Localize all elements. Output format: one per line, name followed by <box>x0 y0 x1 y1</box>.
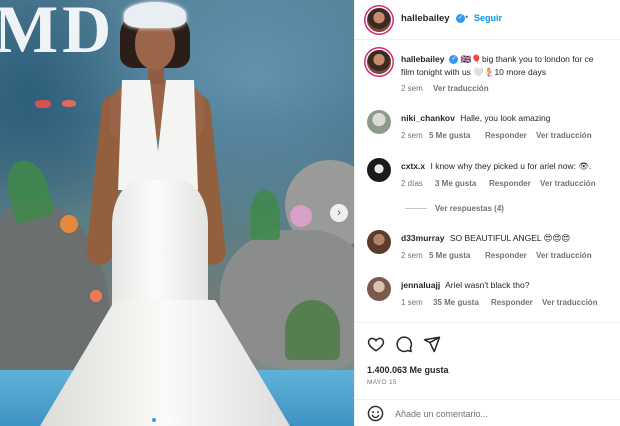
likes-count[interactable]: 1.400.063 Me gusta <box>367 365 449 375</box>
reply-button[interactable]: Responder <box>489 179 531 188</box>
caption-text: 🇬🇧🎈big thank you to london for ce <box>460 54 594 64</box>
comment: niki_chankov Halle, you look amazing <box>401 113 550 123</box>
comment-username[interactable]: cxtx.x <box>401 161 425 171</box>
comment-likes[interactable]: 5 Me gusta <box>429 131 470 140</box>
separator-dot: • <box>465 12 469 22</box>
reply-button[interactable]: Responder <box>491 298 533 307</box>
caption-time[interactable]: 2 sem <box>401 84 423 93</box>
comment: d33murray SO BEAUTIFUL ANGEL 😍😍😍 <box>401 233 570 244</box>
avatar[interactable] <box>367 8 391 32</box>
carousel-dots <box>152 418 180 422</box>
reply-button[interactable]: Responder <box>485 131 527 140</box>
post-actions: 1.400.063 Me gusta MAYO 15 Añade un come… <box>355 322 620 426</box>
chevron-right-icon[interactable]: › <box>330 204 348 222</box>
view-replies-button[interactable]: Ver respuestas (4) <box>435 204 504 213</box>
follow-button[interactable]: Seguir <box>474 13 502 23</box>
comment-icon[interactable] <box>395 335 413 353</box>
comment-username[interactable]: niki_chankov <box>401 113 455 123</box>
avatar[interactable] <box>367 158 391 182</box>
comment: jennaluajj Ariel wasn't black tho? <box>401 280 529 290</box>
translate-link[interactable]: Ver traducción <box>540 179 596 188</box>
image-person <box>0 0 354 426</box>
add-comment-input[interactable]: Añade un comentario... <box>395 409 488 419</box>
caption-avatar[interactable] <box>367 50 391 74</box>
post-date[interactable]: MAYO 15 <box>367 379 397 386</box>
caption-username[interactable]: hallebailey <box>401 54 444 64</box>
avatar[interactable] <box>367 277 391 301</box>
post-header: hallebailey ✓ • Seguir <box>355 0 620 40</box>
comment-likes[interactable]: 3 Me gusta <box>435 179 476 188</box>
comment-username[interactable]: jennaluajj <box>401 280 440 290</box>
translate-link[interactable]: Ver traducción <box>536 131 592 140</box>
comment-time[interactable]: 2 sem <box>401 251 423 260</box>
verified-badge-icon: ✓ <box>456 14 465 23</box>
avatar[interactable] <box>367 110 391 134</box>
replies-divider <box>405 208 427 209</box>
add-comment-bar: Añade un comentario... <box>355 399 620 426</box>
caption-text-line-2: film tonight with us 🤍🧜‍♀️10 more days <box>401 67 546 77</box>
comment-text: Ariel wasn't black tho? <box>445 280 530 290</box>
avatar[interactable] <box>367 230 391 254</box>
post-image[interactable]: MD › <box>0 0 354 426</box>
comment-text: Halle, you look amazing <box>460 113 551 123</box>
share-icon[interactable] <box>423 335 441 353</box>
post-side-panel: hallebailey ✓ • Seguir hallebailey ✓ 🇬🇧🎈b… <box>354 0 620 426</box>
comment: cxtx.x I know why they picked u for arie… <box>401 161 592 172</box>
translate-link[interactable]: Ver traducción <box>536 251 592 260</box>
comment-likes[interactable]: 5 Me gusta <box>429 251 470 260</box>
comment-likes[interactable]: 35 Me gusta <box>433 298 479 307</box>
header-username[interactable]: hallebailey <box>401 13 450 24</box>
translate-link[interactable]: Ver traducción <box>542 298 598 307</box>
reply-button[interactable]: Responder <box>485 251 527 260</box>
emoji-icon[interactable] <box>367 405 384 422</box>
comment-time[interactable]: 2 días <box>401 179 423 188</box>
caption-translate-link[interactable]: Ver traducción <box>433 84 489 93</box>
comment-time[interactable]: 1 sem <box>401 298 423 307</box>
verified-badge-icon: ✓ <box>449 55 459 65</box>
caption: hallebailey ✓ 🇬🇧🎈big thank you to london … <box>401 54 594 65</box>
comment-text: I know why they picked u for ariel now: … <box>430 161 592 171</box>
comment-time[interactable]: 2 sem <box>401 131 423 140</box>
comment-username[interactable]: d33murray <box>401 233 444 243</box>
comment-text: SO BEAUTIFUL ANGEL 😍😍😍 <box>449 233 571 243</box>
heart-icon[interactable] <box>367 335 385 353</box>
